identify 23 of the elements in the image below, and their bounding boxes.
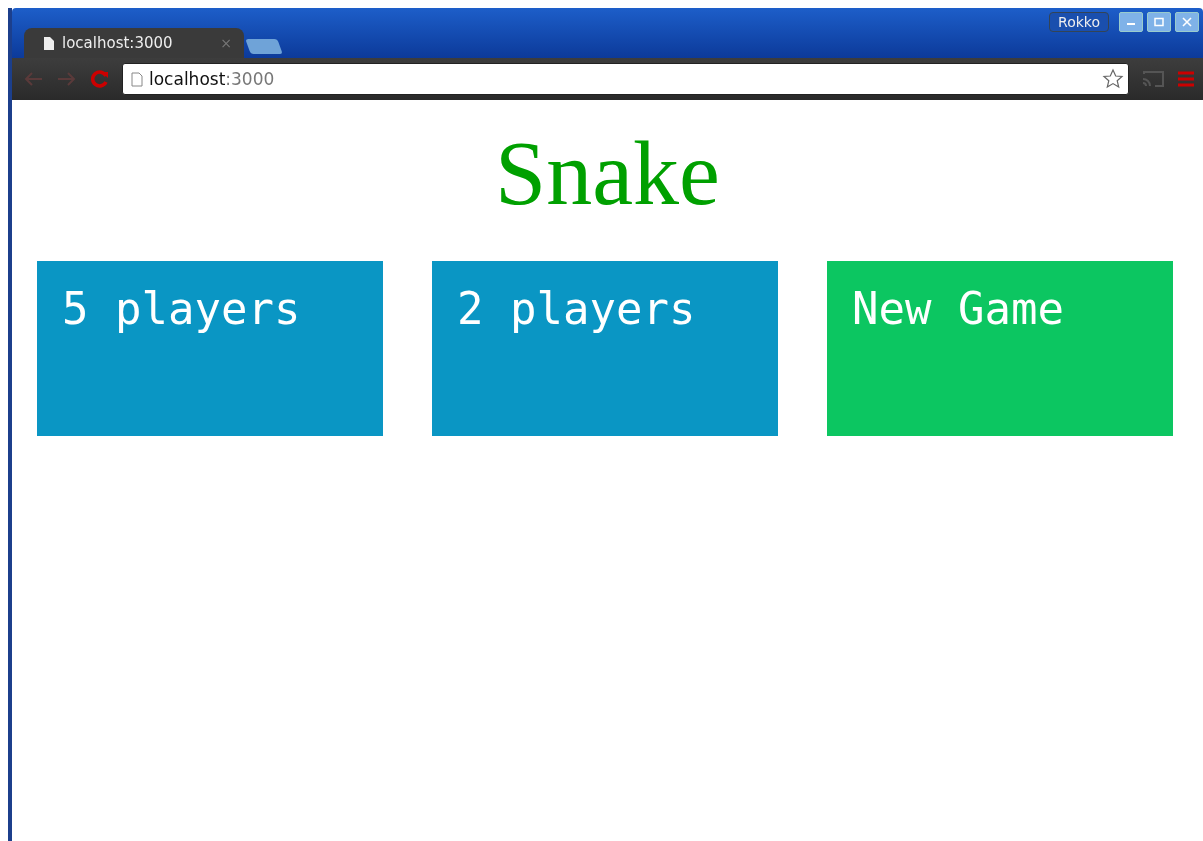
maximize-icon	[1153, 17, 1165, 27]
reload-icon[interactable]	[90, 69, 110, 89]
minimize-button[interactable]	[1119, 12, 1143, 32]
tab-close-button[interactable]: ×	[220, 35, 232, 51]
forward-icon[interactable]	[56, 71, 78, 87]
star-icon[interactable]	[1102, 68, 1124, 90]
menu-icon[interactable]	[1177, 70, 1195, 88]
menu-card[interactable]: New Game	[827, 261, 1173, 436]
url-text: localhost:3000	[149, 69, 275, 89]
cast-icon[interactable]	[1141, 70, 1165, 88]
address-bar[interactable]: localhost:3000	[122, 63, 1129, 95]
new-tab-button[interactable]	[245, 39, 283, 54]
browser-tab[interactable]: localhost:3000 ×	[24, 28, 244, 58]
page-icon	[44, 36, 54, 50]
menu-card[interactable]: 2 players	[432, 261, 778, 436]
maximize-button[interactable]	[1147, 12, 1171, 32]
back-icon[interactable]	[22, 71, 44, 87]
menu-card[interactable]: 5 players	[37, 261, 383, 436]
close-icon	[1181, 17, 1193, 27]
user-name[interactable]: Rokko	[1049, 12, 1109, 32]
page-title: Snake	[494, 121, 721, 226]
page-icon	[131, 71, 143, 87]
close-button[interactable]	[1175, 12, 1199, 32]
